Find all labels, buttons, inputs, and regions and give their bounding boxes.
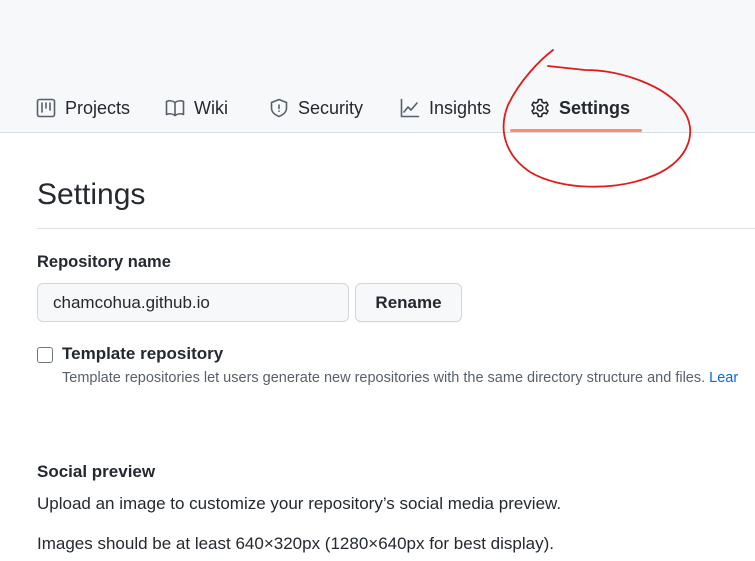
repo-nav-tabs: Projects Wiki Security Insights Settings bbox=[0, 84, 755, 132]
project-board-icon bbox=[36, 98, 56, 118]
title-divider bbox=[37, 228, 755, 229]
gear-icon bbox=[531, 98, 549, 118]
repository-name-label: Repository name bbox=[37, 253, 171, 271]
shield-icon bbox=[270, 98, 288, 118]
social-preview-title: Social preview bbox=[37, 462, 156, 481]
template-repository-checkbox[interactable] bbox=[37, 347, 53, 363]
repository-name-input[interactable]: chamcohua.github.io bbox=[37, 283, 349, 322]
template-repository-label[interactable]: Template repository bbox=[62, 344, 223, 364]
selected-tab-underline bbox=[510, 129, 642, 132]
social-preview-size-note: Images should be at least 640×320px (128… bbox=[37, 534, 554, 553]
template-repository-description: Template repositories let users generate… bbox=[62, 370, 738, 386]
graph-icon bbox=[400, 98, 420, 118]
tab-security[interactable]: Security bbox=[269, 84, 363, 132]
tab-settings-label: Settings bbox=[559, 97, 631, 118]
template-description-text: Template repositories let users generate… bbox=[62, 370, 706, 386]
tab-insights[interactable]: Insights bbox=[400, 84, 491, 132]
tab-settings[interactable]: Settings bbox=[530, 84, 630, 132]
rename-button[interactable]: Rename bbox=[355, 283, 462, 322]
tab-wiki-label: Wiki bbox=[194, 97, 228, 118]
learn-more-link[interactable]: Lear bbox=[709, 370, 738, 386]
tab-security-label: Security bbox=[298, 97, 364, 118]
tab-projects[interactable]: Projects bbox=[36, 84, 130, 132]
tab-wiki[interactable]: Wiki bbox=[165, 84, 228, 132]
book-icon bbox=[165, 100, 185, 117]
tab-insights-label: Insights bbox=[429, 97, 492, 118]
tab-projects-label: Projects bbox=[65, 97, 131, 118]
social-preview-description: Upload an image to customize your reposi… bbox=[37, 494, 562, 513]
page-title: Settings bbox=[37, 178, 146, 211]
